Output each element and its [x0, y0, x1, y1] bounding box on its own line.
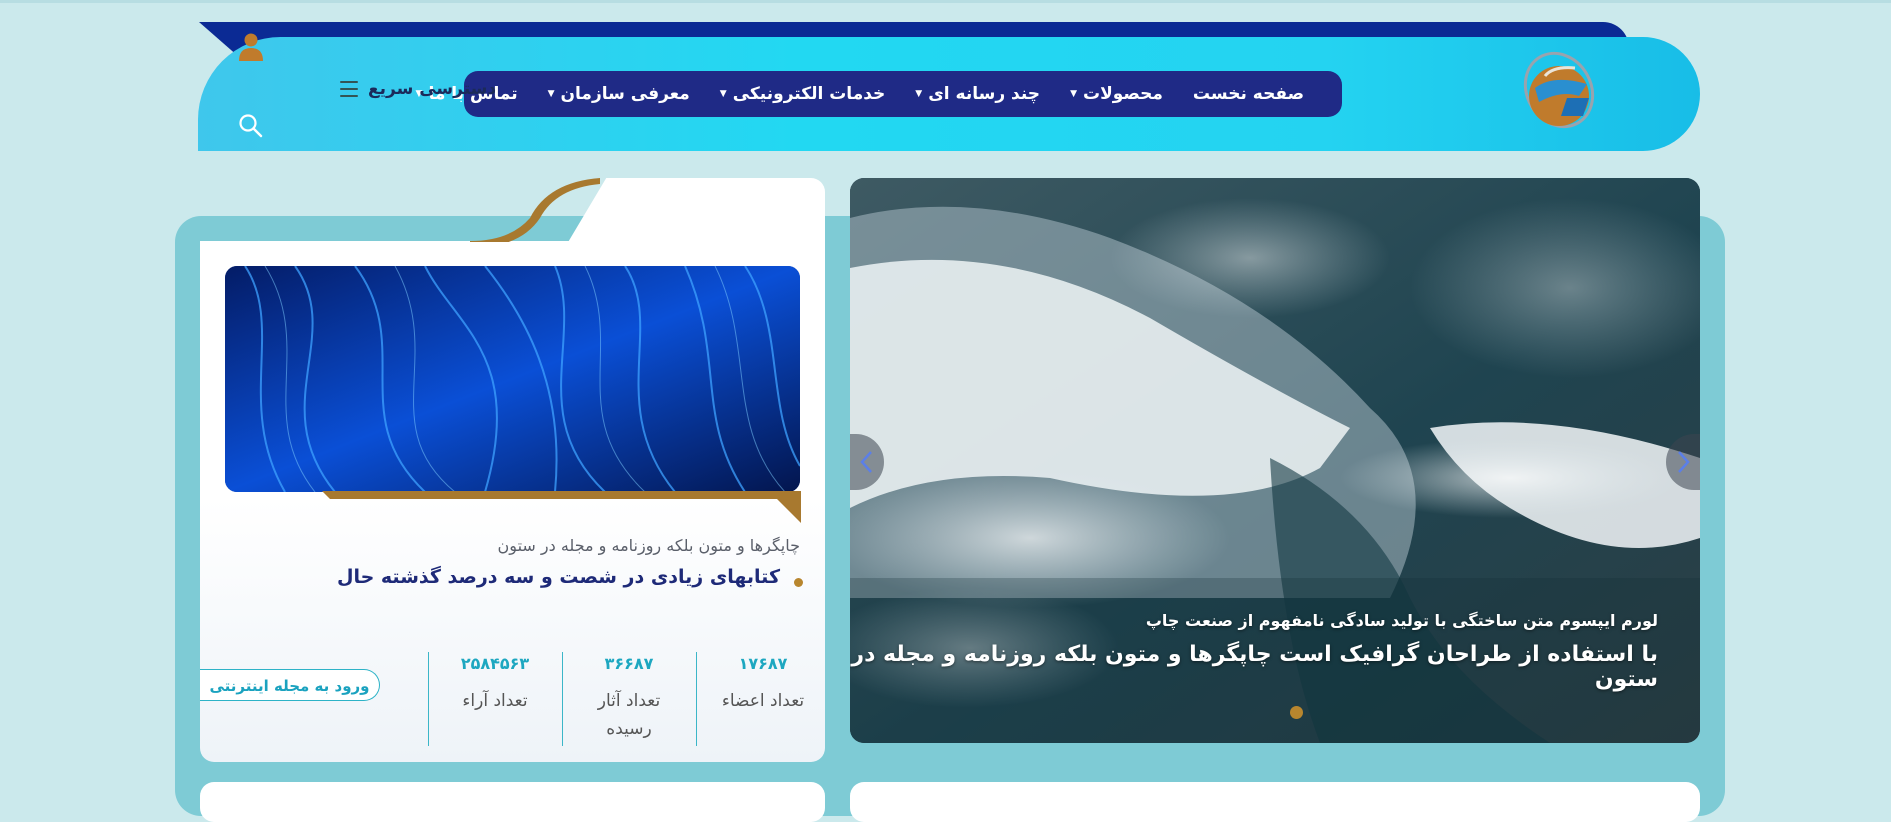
- nav-item-label: محصولات: [1082, 84, 1163, 104]
- enter-magazine-button[interactable]: ورود به مجله اینترنتی: [200, 669, 380, 701]
- slide-caption-small: لورم ایپسوم متن ساختگی با تولید سادگی نا…: [1145, 611, 1658, 630]
- nav-item-0[interactable]: صفحه نخست: [1193, 84, 1304, 104]
- stat-value: ۱۷۶۸۷: [738, 654, 788, 673]
- stat-label: تعداد آثار رسیده: [597, 691, 661, 739]
- nav-item-2[interactable]: چند رسانه ای ▼: [915, 84, 1040, 104]
- caret-down-icon: ▼: [1070, 89, 1077, 99]
- site-logo[interactable]: [1523, 46, 1601, 138]
- nav-item-label: معرفی سازمان: [560, 84, 690, 104]
- hero-slider[interactable]: لورم ایپسوم متن ساختگی با تولید سادگی نا…: [850, 178, 1700, 743]
- quick-access-label: دسترسی سریع: [368, 79, 497, 99]
- next-card-right: [850, 782, 1700, 822]
- stat-works: ۳۶۶۸۷ تعداد آثار رسیده: [562, 652, 695, 746]
- card-gold-ribbon: [322, 491, 801, 523]
- nav-item-label: خدمات الکترونیکی: [732, 84, 886, 104]
- search-icon[interactable]: [238, 113, 264, 139]
- stat-label: تعداد آراء: [462, 691, 528, 711]
- main-nav: صفحه نخست محصولات ▼ چند رسانه ای ▼ خدمات الکت…: [416, 71, 1342, 117]
- card-gold-corner: [470, 178, 600, 242]
- nav-item-3[interactable]: خدمات الکترونیکی ▼: [720, 84, 886, 104]
- nav-item-4[interactable]: معرفی سازمان ▼: [548, 84, 690, 104]
- nav-item-1[interactable]: محصولات ▼: [1070, 84, 1163, 104]
- chevron-right-icon: [1678, 451, 1690, 473]
- card-title[interactable]: کتابهای زیادی در شصت و سه درصد گذشته حال: [250, 566, 780, 588]
- caret-down-icon: ▼: [547, 89, 555, 99]
- user-icon[interactable]: [238, 32, 264, 62]
- stat-members: ۱۷۶۸۷ تعداد اعضاء: [696, 652, 829, 746]
- bullet-icon: [794, 578, 803, 587]
- caret-down-icon: ▼: [915, 89, 923, 99]
- top-border: [0, 0, 1891, 3]
- stat-votes: ۲۵۸۴۵۶۳ تعداد آراء: [428, 652, 561, 746]
- stat-value: ۲۵۸۴۵۶۳: [460, 654, 530, 673]
- caret-down-icon: ▼: [719, 89, 727, 99]
- next-card-left: [200, 782, 825, 822]
- nav-item-label: چند رسانه ای: [928, 84, 1041, 104]
- slider-dot-active[interactable]: [1290, 706, 1303, 719]
- slide-caption-large: با استفاده از طراحان گرافیک است چاپگرها …: [851, 642, 1658, 692]
- magazine-cover-image[interactable]: [225, 266, 800, 492]
- card-subtitle: چاپگرها و متون بلکه روزنامه و مجله در ست…: [497, 536, 800, 555]
- hamburger-icon: [336, 79, 358, 99]
- quick-access-button[interactable]: دسترسی سریع: [336, 79, 496, 99]
- stat-label: تعداد اعضاء: [721, 691, 805, 711]
- nav-item-label: صفحه نخست: [1192, 84, 1304, 104]
- chevron-left-icon: [860, 451, 872, 473]
- stat-value: ۳۶۶۸۷: [604, 654, 654, 673]
